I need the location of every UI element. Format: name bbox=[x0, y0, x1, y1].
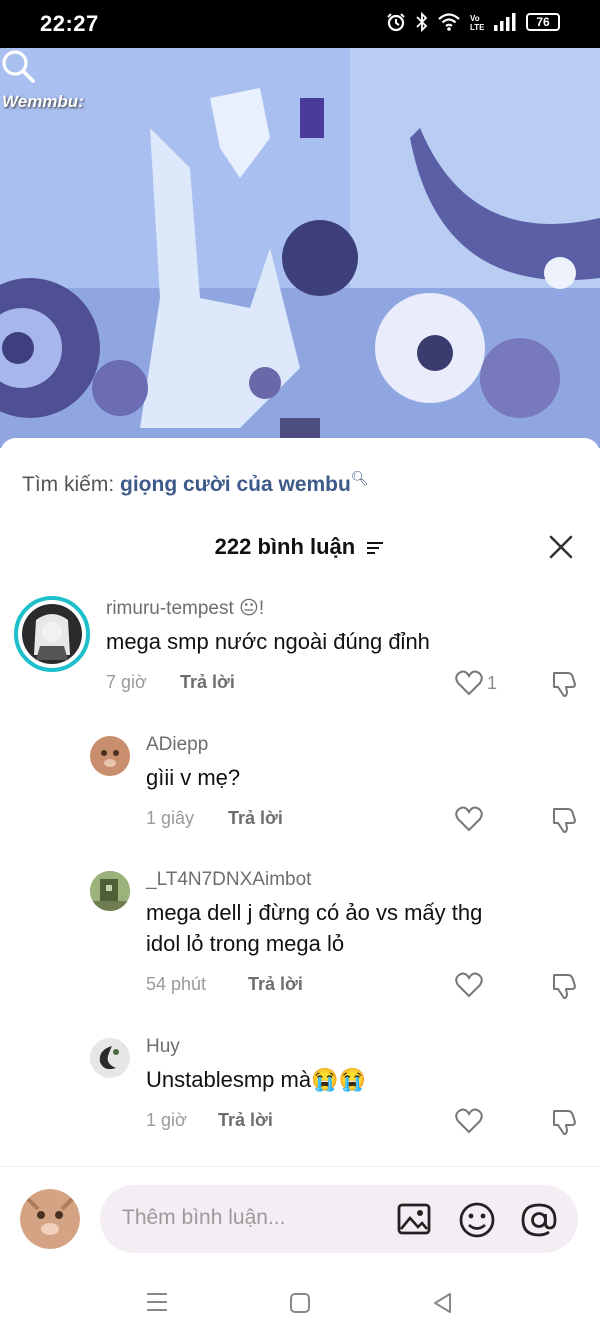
heart-icon bbox=[455, 972, 483, 998]
search-suggestion-label: Tìm kiếm: bbox=[22, 473, 115, 496]
reply-button[interactable]: Trả lời bbox=[180, 672, 235, 693]
comment-username[interactable]: _LT4N7DNXAimbot bbox=[146, 869, 311, 891]
image-icon[interactable] bbox=[396, 1201, 432, 1237]
bluetooth-icon bbox=[416, 12, 428, 32]
alarm-icon bbox=[387, 13, 405, 32]
volte-icon: VoLTE bbox=[470, 14, 484, 32]
comment-text: Unstablesmp mà😭😭 bbox=[146, 1067, 366, 1092]
reply-button[interactable]: Trả lời bbox=[218, 1110, 273, 1131]
avatar[interactable] bbox=[20, 1189, 80, 1249]
like-button[interactable] bbox=[455, 1108, 483, 1134]
heart-icon bbox=[455, 1108, 483, 1134]
svg-text:LTE: LTE bbox=[470, 23, 484, 32]
avatar[interactable] bbox=[90, 1038, 130, 1078]
close-icon[interactable] bbox=[548, 534, 574, 560]
comment-item: Huy Unstablesmp mà😭😭 1 giờ Trả lời bbox=[0, 1030, 600, 1150]
comment-text: mega smp nước ngoài đúng đỉnh bbox=[106, 629, 430, 654]
status-bar: 22:27 Vo LTE 76 bbox=[0, 0, 600, 48]
signal-icon bbox=[494, 13, 516, 31]
comment-input-bar: Thêm bình luận... bbox=[0, 1166, 600, 1267]
comment-text: mega dell j đừng có ảo vs mấy thg bbox=[146, 900, 483, 925]
heart-icon bbox=[455, 806, 483, 832]
comment-input[interactable]: Thêm bình luận... bbox=[100, 1185, 578, 1253]
search-icon[interactable] bbox=[0, 48, 36, 84]
like-button[interactable]: 1 bbox=[455, 670, 497, 696]
battery-icon: 76 bbox=[526, 13, 560, 31]
video-frame bbox=[0, 48, 600, 448]
comments-count-label: 222 bình luận bbox=[214, 534, 356, 559]
back-icon[interactable] bbox=[432, 1292, 454, 1314]
search-suggestion[interactable]: Tìm kiếm: giọng cười của wembu🔍︎ bbox=[22, 470, 369, 497]
comment-text: gìii v mẹ? bbox=[146, 765, 241, 790]
comment-time: 1 giờ bbox=[146, 1110, 187, 1130]
comment-text: idol lỏ trong mega lỏ bbox=[146, 931, 345, 956]
dislike-icon[interactable] bbox=[550, 1108, 578, 1136]
mention-icon[interactable] bbox=[520, 1201, 558, 1239]
comment-username[interactable]: ADiepp bbox=[146, 734, 208, 756]
video-player[interactable]: Wemmbu: bbox=[0, 48, 600, 448]
comment-item: ADiepp gìii v mẹ? 1 giây Trả lời bbox=[0, 728, 600, 848]
like-count: 1 bbox=[487, 672, 498, 693]
sort-icon[interactable] bbox=[365, 541, 385, 555]
dislike-icon[interactable] bbox=[550, 806, 578, 834]
comments-count: 222 bình luận bbox=[0, 534, 600, 560]
status-time: 22:27 bbox=[40, 11, 99, 36]
comment-item: rimuru-tempest 😐︎! mega smp nước ngoài đ… bbox=[0, 588, 600, 718]
video-overlay-text: Wemmbu: bbox=[2, 92, 84, 111]
menu-icon[interactable] bbox=[146, 1292, 168, 1312]
avatar[interactable] bbox=[90, 871, 130, 911]
comment-time: 1 giây bbox=[146, 808, 195, 828]
search-icon: 🔍︎ bbox=[350, 470, 369, 486]
dislike-icon[interactable] bbox=[550, 972, 578, 1000]
search-suggestion-query[interactable]: giọng cười của wembu bbox=[120, 473, 351, 496]
avatar[interactable] bbox=[90, 736, 130, 776]
comment-item: _LT4N7DNXAimbot mega dell j đừng có ảo v… bbox=[0, 863, 600, 1013]
heart-icon bbox=[455, 670, 483, 696]
dislike-icon[interactable] bbox=[550, 670, 578, 698]
avatar[interactable] bbox=[14, 596, 90, 672]
reply-button[interactable]: Trả lời bbox=[248, 974, 303, 995]
svg-text:Vo: Vo bbox=[470, 14, 480, 23]
system-nav-bar bbox=[0, 1266, 600, 1338]
status-icons: Vo LTE 76 bbox=[386, 12, 560, 32]
like-button[interactable] bbox=[455, 972, 483, 998]
comment-username[interactable]: rimuru-tempest 😐︎! bbox=[106, 597, 264, 620]
emoji-icon[interactable] bbox=[458, 1201, 496, 1239]
home-icon[interactable] bbox=[289, 1292, 311, 1314]
comment-username[interactable]: Huy bbox=[146, 1036, 180, 1058]
wifi-icon bbox=[438, 13, 460, 31]
like-button[interactable] bbox=[455, 806, 483, 832]
comment-input-placeholder: Thêm bình luận... bbox=[122, 1206, 286, 1229]
reply-button[interactable]: Trả lời bbox=[228, 808, 283, 829]
comment-time: 7 giờ bbox=[106, 672, 147, 692]
comment-time: 54 phút bbox=[146, 974, 207, 994]
